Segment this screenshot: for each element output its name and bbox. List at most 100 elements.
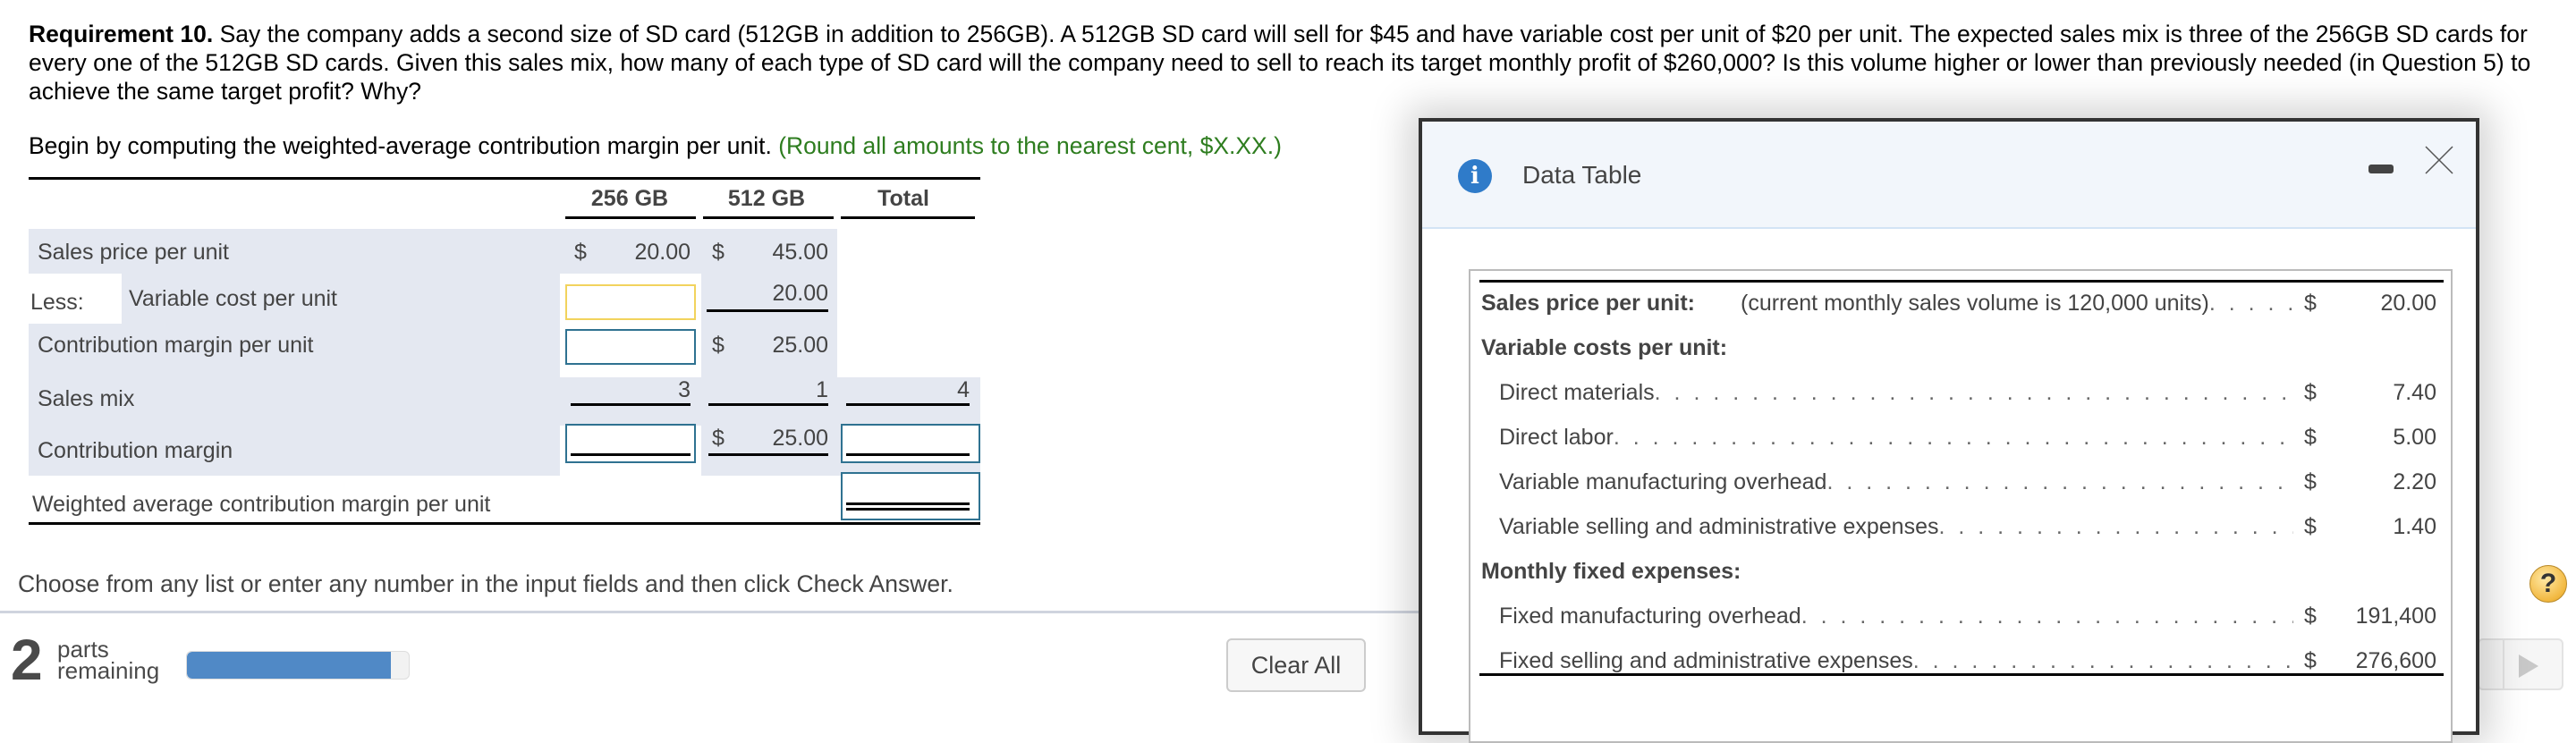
data-table-note: (current monthly sales volume is 120,000… [1741, 291, 2297, 317]
contribution-margin-total-input[interactable] [841, 424, 980, 463]
data-table-label: Variable manufacturing overhead. . . . .… [1499, 469, 2293, 495]
data-table-row: Variable selling and administrative expe… [1481, 514, 2444, 550]
data-table-label: Fixed manufacturing overhead. . . . . . … [1499, 604, 2293, 629]
note-text: (current monthly sales volume is 120,000… [1741, 291, 2209, 316]
leader-dots: . . . . . . . . . . . . . . . . . . . . … [1938, 514, 2293, 539]
nav-separator [2503, 640, 2504, 688]
row-label-text: Direct labor [1499, 425, 1614, 450]
parts-remaining-count: 2 [11, 628, 43, 692]
remaining-label: remaining [57, 657, 160, 684]
leader-dots: . . . . . . . . . . . . . . . . . . . . … [1654, 380, 2293, 405]
data-table-row: Direct materials. . . . . . . . . . . . … [1481, 380, 2444, 416]
cm-per-unit-256gb-input[interactable] [565, 329, 696, 365]
mix-rule [846, 403, 970, 406]
row-label-text: Fixed selling and administrative expense… [1499, 648, 1913, 673]
data-table-row: Variable manufacturing overhead. . . . .… [1481, 469, 2444, 505]
data-table-row: Monthly fixed expenses: [1481, 559, 2444, 595]
minimize-icon[interactable] [2368, 165, 2394, 173]
data-table-label: Direct labor. . . . . . . . . . . . . . … [1499, 425, 2293, 451]
row-label-text: Monthly fixed expenses: [1481, 559, 1741, 584]
data-table-value: 2.20 [2393, 469, 2436, 494]
modal-title: Data Table [1522, 161, 1642, 189]
data-table-value: 5.00 [2393, 425, 2436, 450]
currency-sign: $ [2304, 425, 2317, 450]
row-label: Sales mix [38, 386, 135, 411]
currency-sign: $ [2304, 380, 2317, 405]
data-table-value: 20.00 [2380, 291, 2436, 316]
data-table-row: Fixed manufacturing overhead. . . . . . … [1481, 604, 2444, 639]
value-512gb: 45.00 [772, 240, 828, 265]
header-rule [565, 216, 696, 219]
currency-sign: $ [712, 333, 724, 358]
row-label-text: Variable costs per unit: [1481, 335, 1728, 360]
data-table-label: Variable selling and administrative expe… [1499, 514, 2293, 540]
instructions-footer: Choose from any list or enter any number… [18, 570, 953, 597]
row-label: Contribution margin [38, 438, 233, 463]
data-table-bottom-rule [1479, 673, 2444, 676]
currency-sign: $ [2304, 291, 2317, 316]
currency-sign: $ [712, 426, 724, 451]
data-table-row: Fixed selling and administrative expense… [1481, 648, 2444, 684]
less-prefix: Less: [30, 290, 84, 315]
data-table-label: Monthly fixed expenses: [1481, 559, 2376, 585]
leader-dots: . . . . . . . . . . . . . . . . . . . . … [1826, 469, 2293, 494]
clear-all-button[interactable]: Clear All [1226, 638, 1366, 692]
close-icon[interactable] [2424, 145, 2454, 175]
cm-rule [708, 453, 828, 456]
data-table-label: Variable costs per unit: [1481, 335, 2376, 361]
mix-rule [571, 403, 691, 406]
currency-sign: $ [2304, 604, 2317, 629]
value-256gb: 20.00 [634, 240, 691, 265]
question-nav [2478, 638, 2563, 690]
mix-512gb: 1 [816, 377, 828, 402]
leader-dots: . . . . . . . . . . . . . . . . . . . . … [1613, 425, 2293, 450]
leader-dots: . . . . . [2208, 291, 2298, 316]
help-icon[interactable]: ? [2529, 565, 2567, 603]
currency-sign: $ [2304, 514, 2317, 539]
row-label-text: Direct materials [1499, 380, 1655, 405]
data-table-label: Direct materials. . . . . . . . . . . . … [1499, 380, 2293, 406]
data-table-modal: i Data Table Sales price per unit: (curre… [1419, 118, 2479, 743]
variable-cost-256gb-input[interactable] [565, 284, 696, 320]
row-label: Sales price per unit [38, 240, 230, 265]
requirement-label: Requirement 10. [29, 21, 214, 47]
data-table: Sales price per unit: (current monthly sa… [1469, 269, 2453, 743]
mix-256gb: 3 [678, 377, 691, 402]
empty-total-cell [837, 229, 980, 377]
mix-total: 4 [957, 377, 970, 402]
progress-fill [187, 652, 392, 679]
contribution-margin-256gb-input[interactable] [565, 424, 696, 463]
column-header-512gb: 512 GB [727, 186, 806, 211]
value-512gb: 25.00 [772, 426, 828, 451]
row-label: Weighted average contribution margin per… [32, 492, 491, 517]
parts-remaining-label: parts remaining [57, 637, 160, 684]
currency-sign: $ [712, 240, 724, 265]
rounding-hint: (Round all amounts to the nearest cent, … [778, 132, 1282, 159]
requirement-body: Say the company adds a second size of SD… [29, 21, 2531, 105]
question-text: Requirement 10. Say the company adds a s… [29, 20, 2560, 106]
table-top-rule [29, 177, 980, 180]
row-label: Variable cost per unit [129, 286, 337, 311]
table-bottom-rule [29, 522, 980, 525]
currency-sign: $ [574, 240, 587, 265]
row-label-text: Variable selling and administrative expe… [1499, 514, 1939, 539]
currency-sign: $ [2304, 648, 2317, 673]
data-table-value: 7.40 [2393, 380, 2436, 405]
next-arrow-icon[interactable] [2519, 654, 2538, 678]
row-label: Contribution margin per unit [38, 333, 314, 358]
data-table-top-rule [1479, 280, 2444, 283]
weighted-avg-cm-input[interactable] [841, 472, 980, 520]
subtotal-rule [707, 309, 828, 312]
instruction-text: Begin by computing the weighted-average … [29, 132, 772, 159]
footer-divider [0, 611, 1431, 613]
table-row-sales-mix [29, 377, 980, 426]
data-table-label: Fixed selling and administrative expense… [1499, 648, 2293, 674]
row-label-text: Variable manufacturing overhead [1499, 469, 1827, 494]
data-table-row: Sales price per unit: (current monthly sa… [1481, 291, 2444, 326]
data-table-value: 276,600 [2355, 648, 2436, 673]
row-label-text: Sales price per unit: [1481, 291, 1695, 316]
modal-header[interactable]: i Data Table [1422, 122, 2476, 229]
leader-dots: . . . . . . . . . . . . . . . . . . . . … [1801, 604, 2293, 629]
column-header-total: Total [877, 186, 929, 211]
data-table-value: 1.40 [2393, 514, 2436, 539]
